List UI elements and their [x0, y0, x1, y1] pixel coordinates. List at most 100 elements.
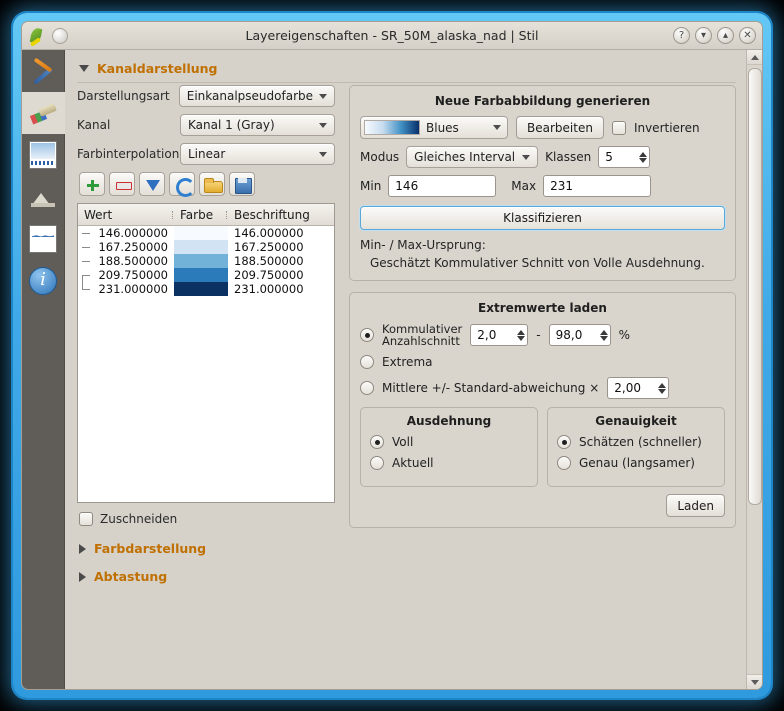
cell-color-swatch[interactable] [174, 240, 228, 254]
accuracy-estimate-radio[interactable] [557, 435, 571, 449]
scroll-down-button[interactable] [747, 674, 763, 689]
sidebar-item-tools[interactable] [22, 50, 65, 92]
classify-button[interactable]: Klassifizieren [360, 206, 725, 230]
sort-entries-button[interactable] [139, 172, 165, 196]
mode-combo[interactable]: Gleiches Intervall [406, 146, 538, 168]
minimize-icon[interactable]: ▾ [695, 27, 712, 44]
cell-label: 188.500000 [228, 254, 334, 268]
accuracy-exact-radio[interactable] [557, 456, 571, 470]
cell-color-swatch[interactable] [174, 226, 228, 240]
colormap-table[interactable]: Wert Farbe Beschriftung 146.000000146.00… [77, 203, 335, 503]
extent-option-current[interactable]: Aktuell [370, 456, 528, 470]
minmax-option-row: Extrema [360, 355, 725, 369]
window-title: Layereigenschaften - SR_50M_alaska_nad |… [22, 28, 762, 43]
band-row: Kanal Kanal 1 (Gray) [77, 114, 335, 136]
accuracy-option-estimate[interactable]: Schätzen (schneller) [557, 435, 715, 449]
cut-min-spinbox[interactable]: 2,0 [470, 324, 528, 346]
max-value: 231 [550, 179, 573, 193]
clip-row[interactable]: Zuschneiden [77, 512, 335, 526]
accuracy-title: Genauigkeit [557, 414, 715, 428]
refresh-entries-button[interactable] [169, 172, 195, 196]
title-bar[interactable]: Layereigenschaften - SR_50M_alaska_nad |… [22, 22, 762, 50]
min-input[interactable]: 146 [388, 175, 496, 197]
edit-ramp-button[interactable]: Bearbeiten [516, 116, 604, 139]
scroll-track[interactable] [747, 65, 763, 674]
section-title-resampling: Abtastung [94, 569, 167, 584]
invert-checkbox[interactable] [612, 121, 626, 135]
section-header-band-rendering[interactable]: Kanaldarstellung [77, 58, 736, 82]
category-sidebar [22, 50, 65, 689]
cut-max-spinbox[interactable]: 98,0 [549, 324, 611, 346]
render-type-row: Darstellungsart Einkanalpseudofarbe [77, 85, 335, 107]
stepper-icon[interactable] [658, 383, 666, 394]
color-ramp-combo[interactable]: Blues [360, 116, 508, 139]
add-entry-button[interactable] [79, 172, 105, 196]
table-row[interactable]: 146.000000146.000000 [78, 226, 334, 240]
stepper-icon[interactable] [600, 330, 608, 341]
maximize-icon[interactable]: ▴ [717, 27, 734, 44]
chevron-down-icon [319, 123, 327, 128]
extent-option-full[interactable]: Voll [370, 435, 528, 449]
clip-checkbox[interactable] [79, 512, 93, 526]
chevron-down-icon [319, 152, 327, 157]
cell-color-swatch[interactable] [174, 268, 228, 282]
dialog-inner: Layereigenschaften - SR_50M_alaska_nad |… [21, 21, 763, 690]
minmax-radio[interactable] [360, 355, 374, 369]
section-header-color-rendering[interactable]: Farbdarstellung [77, 538, 335, 562]
table-row[interactable]: 167.250000167.250000 [78, 240, 334, 254]
extent-accuracy-row: Ausdehnung Voll Aktuell [360, 407, 725, 487]
cell-label: 167.250000 [228, 240, 334, 254]
vertical-scrollbar[interactable] [746, 50, 762, 689]
chevron-down-icon [79, 65, 89, 72]
cell-color-swatch[interactable] [174, 282, 228, 296]
sidebar-item-pyramids[interactable] [22, 176, 65, 218]
remove-entry-button[interactable] [109, 172, 135, 196]
render-type-value: Einkanalpseudofarbe [187, 89, 313, 103]
sidebar-item-transparency[interactable] [22, 134, 65, 176]
max-label: Max [511, 179, 536, 193]
classes-spinbox[interactable]: 5 [598, 146, 650, 168]
section-header-resampling[interactable]: Abtastung [77, 566, 335, 590]
classes-value: 5 [605, 150, 635, 164]
stepper-icon[interactable] [639, 152, 647, 163]
stepper-icon[interactable] [517, 330, 525, 341]
cumulative-cut-label: Kommulativer Anzahlschnitt [382, 323, 462, 347]
table-row[interactable]: 231.000000231.000000 [78, 282, 334, 296]
cumulative-cut-radio[interactable] [360, 328, 374, 342]
accuracy-option-exact[interactable]: Genau (langsamer) [557, 456, 715, 470]
sidebar-item-style[interactable] [22, 92, 65, 134]
extent-full-label: Voll [392, 435, 413, 449]
cell-color-swatch[interactable] [174, 254, 228, 268]
band-label: Kanal [77, 118, 110, 132]
load-colormap-button[interactable] [199, 172, 225, 196]
scroll-up-button[interactable] [747, 50, 763, 65]
load-button[interactable]: Laden [666, 494, 725, 517]
help-icon[interactable]: ? [673, 27, 690, 44]
max-input[interactable]: 231 [543, 175, 651, 197]
accuracy-group: Genauigkeit Schätzen (schneller) Genau (… [547, 407, 725, 487]
content-wrapper: Kanaldarstellung Darstellungsart Einkana… [65, 50, 762, 689]
stddev-radio[interactable] [360, 381, 374, 395]
load-button-row: Laden [360, 494, 725, 517]
extent-full-radio[interactable] [370, 435, 384, 449]
sidebar-item-metadata[interactable] [22, 260, 65, 302]
band-value: Kanal 1 (Gray) [188, 118, 313, 132]
cumulative-cut-label-line2: Anzahlschnitt [382, 334, 460, 348]
table-row[interactable]: 188.500000 188.500000 [78, 254, 334, 268]
interpolation-combo[interactable]: Linear [180, 143, 335, 165]
save-colormap-button[interactable] [229, 172, 255, 196]
interpolation-value: Linear [188, 147, 313, 161]
scroll-thumb[interactable] [748, 68, 762, 505]
band-combo[interactable]: Kanal 1 (Gray) [180, 114, 335, 136]
dialog-footer: Hilfe Stil OK Anwenden Abbrechen [22, 689, 762, 690]
stddev-spinbox[interactable]: 2,00 [607, 377, 669, 399]
render-type-combo[interactable]: Einkanalpseudofarbe [179, 85, 335, 107]
table-row[interactable]: 209.750000209.750000 [78, 268, 334, 282]
sidebar-item-histogram[interactable] [22, 218, 65, 260]
chevron-up-icon [751, 55, 759, 60]
extent-current-radio[interactable] [370, 456, 384, 470]
cell-value: 188.500000 [78, 254, 174, 268]
close-icon[interactable]: ✕ [739, 27, 756, 44]
column-header-label: Beschriftung [228, 208, 334, 222]
window-menu-icon[interactable] [52, 28, 68, 44]
